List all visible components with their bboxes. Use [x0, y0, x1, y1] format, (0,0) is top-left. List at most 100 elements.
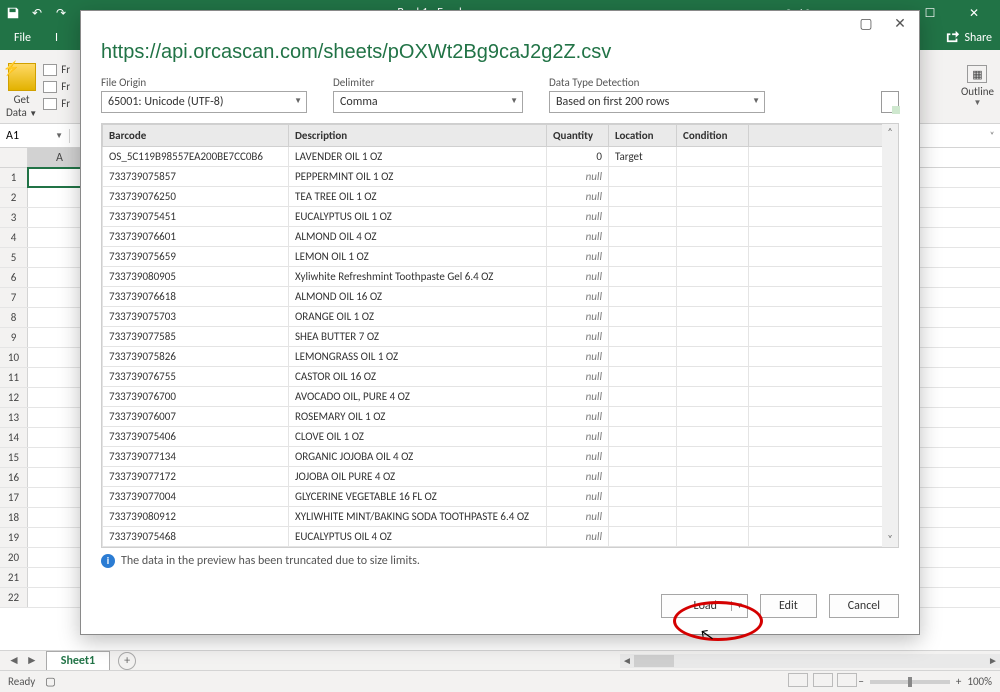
table-row[interactable]: 733739076618ALMOND OIL 16 OZnull — [103, 287, 898, 307]
add-sheet-button[interactable]: + — [118, 652, 136, 670]
table-row[interactable]: 733739075703ORANGE OIL 1 OZnull — [103, 307, 898, 327]
row-header[interactable]: 4 — [0, 228, 28, 247]
row-header[interactable]: 1 — [0, 168, 28, 187]
column-header-quantity[interactable]: Quantity — [547, 125, 609, 147]
row-header[interactable]: 22 — [0, 588, 28, 607]
table-row[interactable]: 733739077134ORGANIC JOJOBA OIL 4 OZnull — [103, 447, 898, 467]
column-header-condition[interactable]: Condition — [677, 125, 749, 147]
from-source-3[interactable]: Fr — [43, 97, 70, 110]
zoom-slider[interactable] — [870, 680, 950, 684]
close-icon[interactable]: ✕ — [954, 0, 994, 26]
share-button[interactable]: Share — [964, 31, 992, 45]
row-header[interactable]: 21 — [0, 568, 28, 587]
table-row[interactable]: 733739077172JOJOBA OIL PURE 4 OZnull — [103, 467, 898, 487]
table-row[interactable]: 733739080905Xyliwhite Refreshmint Toothp… — [103, 267, 898, 287]
table-row[interactable]: 733739076007ROSEMARY OIL 1 OZnull — [103, 407, 898, 427]
table-row[interactable]: 733739077004GLYCERINE VEGETABLE 16 FL OZ… — [103, 487, 898, 507]
column-header-barcode[interactable]: Barcode — [103, 125, 289, 147]
table-row[interactable]: 733739076755CASTOR OIL 16 OZnull — [103, 367, 898, 387]
row-header[interactable]: 2 — [0, 188, 28, 207]
cancel-button[interactable]: Cancel — [829, 594, 899, 618]
select-all-corner[interactable] — [0, 148, 28, 167]
table-cell-spacer — [749, 207, 898, 227]
table-cell: CLOVE OIL 1 OZ — [289, 427, 547, 447]
table-cell — [609, 187, 677, 207]
dialog-restore-icon[interactable]: ▢ — [853, 15, 879, 32]
view-normal-icon[interactable] — [788, 673, 808, 687]
table-row[interactable]: 733739075826LEMONGRASS OIL 1 OZnull — [103, 347, 898, 367]
row-header[interactable]: 7 — [0, 288, 28, 307]
outline-button[interactable]: ▦ Outline ▼ — [961, 65, 994, 108]
load-dropdown-icon[interactable]: ▼ — [731, 601, 747, 611]
row-header[interactable]: 20 — [0, 548, 28, 567]
horizontal-scrollbar[interactable]: ◄ ► — [620, 654, 1000, 668]
scroll-left-icon[interactable]: ◄ — [620, 654, 634, 667]
column-header-description[interactable]: Description — [289, 125, 547, 147]
expand-formula-bar-icon[interactable]: ˅ — [984, 130, 1000, 141]
name-box[interactable]: A1 ▼ — [0, 129, 70, 143]
zoom-in-icon[interactable]: + — [956, 675, 961, 688]
row-header[interactable]: 6 — [0, 268, 28, 287]
from-source-1[interactable]: Fr — [43, 63, 70, 76]
row-header[interactable]: 15 — [0, 448, 28, 467]
table-row[interactable]: 733739075468EUCALYPTUS OIL 4 OZnull — [103, 527, 898, 547]
table-cell — [677, 487, 749, 507]
sheet-nav-next-icon[interactable]: ► — [26, 653, 38, 668]
table-row[interactable]: OS_5C119B98557EA200BE7CC0B6LAVENDER OIL … — [103, 147, 898, 167]
table-row[interactable]: 733739080912XYLIWHITE MINT/BAKING SODA T… — [103, 507, 898, 527]
row-header[interactable]: 16 — [0, 468, 28, 487]
redo-icon[interactable]: ↷ — [52, 4, 70, 22]
scroll-down-icon[interactable]: ˅ — [882, 531, 898, 547]
zoom-out-icon[interactable]: − — [858, 675, 863, 688]
share-icon[interactable] — [946, 29, 960, 47]
file-origin-combo[interactable]: 65001: Unicode (UTF-8) ▼ — [101, 91, 307, 113]
row-header[interactable]: 18 — [0, 508, 28, 527]
row-header[interactable]: 10 — [0, 348, 28, 367]
schema-icon[interactable] — [881, 91, 899, 113]
preview-vertical-scrollbar[interactable]: ˄ ˅ — [882, 124, 898, 547]
table-row[interactable]: 733739076250TEA TREE OIL 1 OZnull — [103, 187, 898, 207]
row-header[interactable]: 9 — [0, 328, 28, 347]
row-header[interactable]: 12 — [0, 388, 28, 407]
row-header[interactable]: 3 — [0, 208, 28, 227]
from-source-2[interactable]: Fr — [43, 80, 70, 93]
edit-button[interactable]: Edit — [760, 594, 817, 618]
undo-icon[interactable]: ↶ — [28, 4, 46, 22]
delimiter-combo[interactable]: Comma ▼ — [333, 91, 523, 113]
row-header[interactable]: 8 — [0, 308, 28, 327]
table-row[interactable]: 733739075451EUCALYPTUS OIL 1 OZnull — [103, 207, 898, 227]
table-row[interactable]: 733739077585SHEA BUTTER 7 OZnull — [103, 327, 898, 347]
get-data-button[interactable]: ⚡ Get Data ▼ — [6, 55, 37, 119]
detection-combo[interactable]: Based on first 200 rows ▼ — [549, 91, 765, 113]
file-tab[interactable]: File — [0, 31, 45, 45]
view-page-break-icon[interactable] — [837, 673, 857, 687]
sheet-nav-prev-icon[interactable]: ◄ — [8, 653, 20, 668]
load-button[interactable]: Load ▼ — [661, 594, 748, 618]
cursor-icon: ↖ — [698, 625, 715, 646]
table-row[interactable]: 733739076700AVOCADO OIL, PURE 4 OZnull — [103, 387, 898, 407]
macro-record-icon[interactable]: ▢ — [45, 675, 55, 688]
row-header[interactable]: 13 — [0, 408, 28, 427]
scroll-up-icon[interactable]: ˄ — [882, 124, 898, 140]
row-header[interactable]: 19 — [0, 528, 28, 547]
chevron-down-icon[interactable]: ▼ — [55, 131, 63, 141]
row-header[interactable]: 14 — [0, 428, 28, 447]
row-header[interactable]: 5 — [0, 248, 28, 267]
dialog-close-icon[interactable]: ✕ — [887, 15, 913, 32]
scroll-thumb[interactable] — [634, 655, 674, 667]
sheet-tab-1[interactable]: Sheet1 — [46, 651, 110, 671]
zoom-value[interactable]: 100% — [967, 675, 992, 688]
table-cell: 733739075703 — [103, 307, 289, 327]
table-row[interactable]: 733739075857PEPPERMINT OIL 1 OZnull — [103, 167, 898, 187]
row-header[interactable]: 11 — [0, 368, 28, 387]
column-header-location[interactable]: Location — [609, 125, 677, 147]
table-cell: JOJOBA OIL PURE 4 OZ — [289, 467, 547, 487]
table-row[interactable]: 733739076601ALMOND OIL 4 OZnull — [103, 227, 898, 247]
row-header[interactable]: 17 — [0, 488, 28, 507]
table-cell: 0 — [547, 147, 609, 167]
save-icon[interactable] — [4, 4, 22, 22]
table-row[interactable]: 733739075659LEMON OIL 1 OZnull — [103, 247, 898, 267]
scroll-right-icon[interactable]: ► — [986, 654, 1000, 667]
table-row[interactable]: 733739075406CLOVE OIL 1 OZnull — [103, 427, 898, 447]
view-page-layout-icon[interactable] — [813, 673, 833, 687]
